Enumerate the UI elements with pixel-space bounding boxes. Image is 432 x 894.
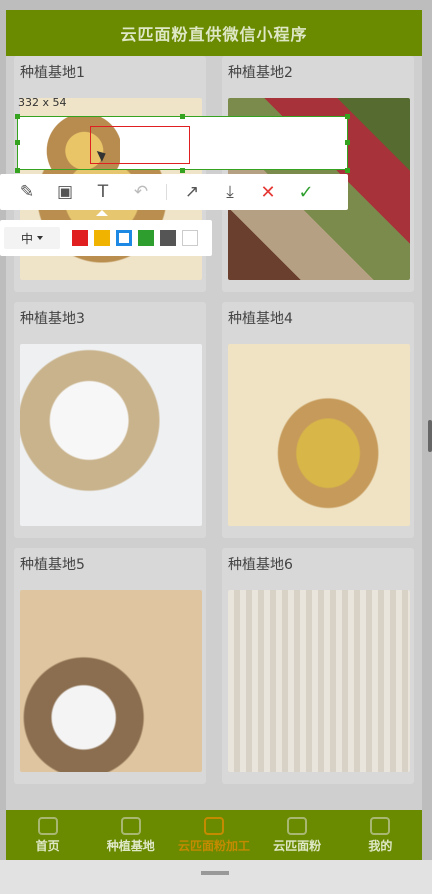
- download-button[interactable]: ⤓: [211, 174, 249, 210]
- processing-icon: [203, 816, 224, 835]
- user-icon: [370, 816, 391, 835]
- pen-tool-button[interactable]: ✎: [8, 174, 46, 210]
- drag-handle-icon[interactable]: [201, 871, 229, 875]
- resize-handle-icon[interactable]: [180, 114, 185, 119]
- rice-photo: [20, 344, 202, 526]
- mosaic-tool-button[interactable]: ▣: [46, 174, 84, 210]
- base-card-title: 种植基地3: [20, 311, 85, 327]
- undo-button[interactable]: ↶: [122, 174, 160, 210]
- tab-label: 种植基地: [106, 838, 155, 853]
- side-scroll-handle[interactable]: [428, 420, 432, 452]
- base-card-title: 种植基地5: [20, 557, 85, 573]
- box-icon: [287, 816, 308, 835]
- toolbar-caret: [96, 210, 108, 216]
- text-tool-button[interactable]: T: [84, 174, 122, 210]
- color-swatch-red[interactable]: [72, 230, 88, 246]
- grid-icon: [120, 816, 141, 835]
- base-card-title: 种植基地1: [20, 65, 85, 81]
- resize-handle-icon[interactable]: [345, 140, 350, 145]
- base-card-title: 种植基地6: [228, 557, 293, 573]
- font-size-value: 中: [20, 231, 33, 246]
- base-card-5[interactable]: 种植基地5: [14, 548, 206, 784]
- tab-flour[interactable]: 云匹面粉: [256, 810, 339, 860]
- screenshot-toolbar: ✎ ▣ T ↶ ↗ ⤓ ✕ ✓: [0, 174, 348, 210]
- tab-planting-bases[interactable]: 种植基地: [89, 810, 172, 860]
- tab-flour-processing[interactable]: 云匹面粉加工: [172, 810, 255, 860]
- bottom-tab-bar: 首页 种植基地 云匹面粉加工 云匹面粉 我的: [6, 810, 422, 860]
- resize-handle-icon[interactable]: [180, 168, 185, 173]
- tab-label: 首页: [35, 838, 60, 853]
- page-title: 云匹面粉直供微信小程序: [6, 10, 422, 56]
- noodles-photo: [228, 590, 410, 772]
- resize-handle-icon[interactable]: [345, 114, 350, 119]
- base-card-6[interactable]: 种植基地6: [222, 548, 414, 784]
- color-swatch-green[interactable]: [138, 230, 154, 246]
- tab-label: 云匹面粉: [273, 838, 322, 853]
- resize-handle-icon[interactable]: [15, 114, 20, 119]
- food-spread-photo: [20, 590, 202, 772]
- base-card-3[interactable]: 种植基地3: [14, 302, 206, 538]
- tab-label: 云匹面粉加工: [177, 838, 250, 853]
- font-size-select[interactable]: 中: [4, 227, 60, 249]
- color-swatch-yellow[interactable]: [94, 230, 110, 246]
- color-swatch-gray[interactable]: [160, 230, 176, 246]
- toolbar-divider: [166, 184, 167, 200]
- tab-mine[interactable]: 我的: [339, 810, 422, 860]
- base-card-title: 种植基地2: [228, 65, 293, 81]
- resize-handle-icon[interactable]: [15, 140, 20, 145]
- color-swatch-white[interactable]: [182, 230, 198, 246]
- share-button[interactable]: ↗: [173, 174, 211, 210]
- base-card-title: 种植基地4: [228, 311, 293, 327]
- tab-home[interactable]: 首页: [6, 810, 89, 860]
- selection-size-label: 332 x 54: [18, 96, 67, 109]
- cancel-button[interactable]: ✕: [249, 174, 287, 210]
- home-icon: [37, 816, 58, 835]
- base-card-image[interactable]: [20, 590, 202, 772]
- text-options-bar: 中: [0, 220, 212, 256]
- color-swatch-blue[interactable]: [116, 230, 132, 246]
- base-card-image[interactable]: [228, 590, 410, 772]
- resize-handle-icon[interactable]: [345, 168, 350, 173]
- bottom-gray-strip: [0, 860, 432, 894]
- base-card-image[interactable]: [228, 344, 410, 526]
- base-card-image[interactable]: [20, 344, 202, 526]
- resize-handle-icon[interactable]: [15, 168, 20, 173]
- tab-label: 我的: [368, 838, 393, 853]
- base-card-4[interactable]: 种植基地4: [222, 302, 414, 538]
- chevron-down-icon: [37, 236, 43, 240]
- millet-photo: [228, 344, 410, 526]
- confirm-button[interactable]: ✓: [287, 174, 325, 210]
